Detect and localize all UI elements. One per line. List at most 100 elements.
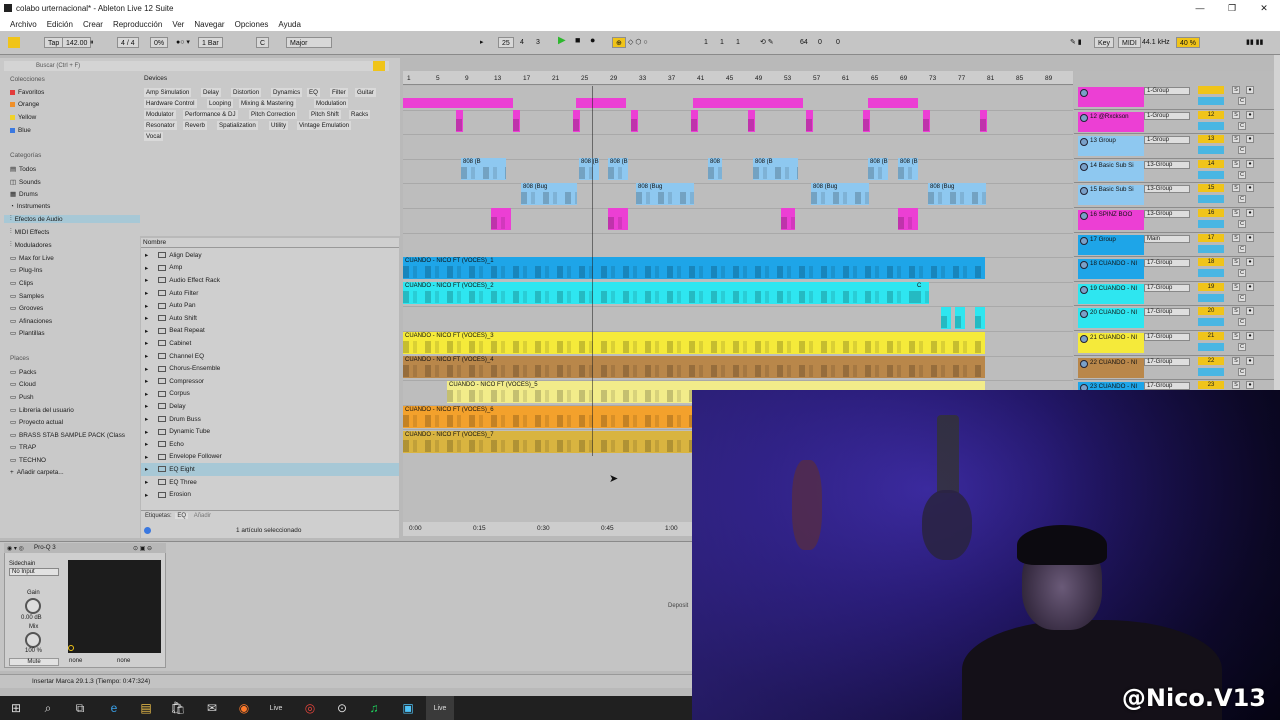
filter-chip[interactable]: Mixing & Mastering: [239, 99, 296, 108]
arrangement-clip[interactable]: 808 (B: [898, 158, 918, 180]
filter-chip[interactable]: Resonator: [144, 121, 177, 130]
arrangement-clip[interactable]: [573, 110, 580, 132]
track-name[interactable]: 13 Group: [1078, 136, 1144, 157]
loop-start-bar[interactable]: 1: [704, 37, 708, 48]
track-volume[interactable]: [1198, 293, 1224, 302]
arm-record-icon[interactable]: ●: [1246, 332, 1254, 340]
arm-record-icon[interactable]: ●: [1246, 135, 1254, 144]
list-item[interactable]: ▸ Auto Filter: [141, 287, 399, 300]
spotify-icon[interactable]: ♫: [360, 696, 388, 720]
arrangement-clip[interactable]: [980, 110, 987, 132]
minimize-button[interactable]: —: [1184, 0, 1216, 17]
sidechain-input-select[interactable]: No Input: [9, 568, 59, 576]
filter-chip[interactable]: Dynamics: [271, 88, 303, 97]
track-activator[interactable]: 14: [1198, 159, 1224, 168]
category-max-for-live[interactable]: ▭ Max for Live: [10, 254, 54, 263]
mixer-track-row[interactable]: 18 CUANDO - NI 17-Group 18 S ● C: [1074, 257, 1274, 282]
live-app-icon[interactable]: Live: [262, 696, 290, 720]
list-item[interactable]: ▸ Beat Repeat: [141, 325, 399, 338]
category-tunings[interactable]: ▭ Afinaciones: [10, 317, 52, 326]
category-grooves[interactable]: ▭ Grooves: [10, 304, 43, 313]
menu-reproduccion[interactable]: Reproducción: [113, 20, 162, 29]
track-volume[interactable]: [1198, 146, 1224, 155]
menu-archivo[interactable]: Archivo: [10, 20, 37, 29]
track-output-select[interactable]: 13-Group: [1144, 185, 1190, 194]
edge-icon[interactable]: e: [100, 696, 128, 720]
mixer-track-row[interactable]: 22 CUANDO - NI 17-Group 22 S ● C: [1074, 356, 1274, 381]
track-lane[interactable]: [403, 111, 1073, 136]
place-brass-stab[interactable]: ▭ BRASS STAB SAMPLE PACK (Class: [10, 431, 125, 440]
track-name[interactable]: 12 @Rxckson: [1078, 111, 1144, 132]
solo-button[interactable]: S: [1232, 282, 1240, 291]
arrangement-clip[interactable]: [941, 307, 951, 329]
overdub-icon[interactable]: ⊕: [612, 37, 626, 48]
preset-slot-a[interactable]: none: [69, 658, 82, 664]
filter-chip[interactable]: Amp Simulation: [144, 88, 192, 97]
track-volume[interactable]: [1198, 244, 1224, 253]
track-volume[interactable]: [1198, 97, 1224, 105]
tag-chip[interactable]: EQ: [175, 513, 189, 519]
start-icon[interactable]: ⊞: [2, 696, 30, 720]
filter-chip[interactable]: Vintage Emulation: [297, 121, 352, 130]
filter-chip[interactable]: Spatialization: [217, 121, 258, 130]
track-output-select[interactable]: 17-Group: [1144, 259, 1190, 268]
track-fold-icon[interactable]: [1080, 212, 1088, 220]
track-lane[interactable]: [403, 234, 1073, 259]
draw-mode-icon[interactable]: ✎ ▮: [1070, 37, 1082, 48]
solo-button[interactable]: S: [1232, 381, 1240, 390]
add-folder-button[interactable]: + Añadir carpeta...: [10, 469, 64, 476]
arm-record-icon[interactable]: ●: [1246, 258, 1254, 267]
track-activator[interactable]: 23: [1198, 381, 1224, 390]
track-output-select[interactable]: 17-Group: [1144, 382, 1190, 391]
arrangement-clip[interactable]: [693, 98, 803, 108]
arm-record-icon[interactable]: ●: [1246, 110, 1254, 119]
arrangement-clip[interactable]: C: [915, 282, 929, 304]
arm-record-icon[interactable]: ●: [1246, 233, 1254, 242]
list-item[interactable]: ▸ Erosion: [141, 488, 399, 501]
track-fold-icon[interactable]: [1080, 138, 1088, 147]
browser-search-input[interactable]: Buscar (Ctrl + F): [4, 61, 389, 71]
arrangement-play-icon[interactable]: ▸: [480, 37, 484, 48]
mixer-track-row[interactable]: 12 @Rxckson 1-Group 12 S ● C: [1074, 110, 1274, 135]
track-output-select[interactable]: 13-Group: [1144, 160, 1190, 169]
mixer-track-row[interactable]: 14 Basic Sub Si 13-Group 14 S ● C: [1074, 159, 1274, 184]
pan-button[interactable]: C: [1238, 170, 1246, 179]
pan-button[interactable]: C: [1238, 195, 1246, 204]
track-fold-icon[interactable]: [1080, 261, 1088, 270]
track-name[interactable]: 16 SPINZ BOO: [1078, 210, 1144, 230]
arrangement-clip[interactable]: 808 (B: [461, 158, 506, 180]
arrangement-clip[interactable]: [403, 98, 513, 108]
category-todos[interactable]: ▤ Todos: [10, 165, 36, 174]
category-plugins[interactable]: ▭ Plug-Ins: [10, 266, 43, 275]
arrangement-clip[interactable]: [631, 110, 638, 132]
arrangement-clip[interactable]: 808 (Bug: [811, 183, 869, 205]
arrangement-clip[interactable]: [863, 110, 870, 132]
pan-button[interactable]: C: [1238, 121, 1246, 130]
track-output-select[interactable]: 17-Group: [1144, 357, 1190, 366]
devices-header[interactable]: Devices: [144, 75, 167, 82]
arrangement-clip[interactable]: CUANDO - NICO FT (VOCES)_3: [403, 332, 985, 354]
list-item[interactable]: ▸ Align Delay: [141, 249, 399, 262]
solo-button[interactable]: S: [1232, 110, 1240, 119]
menu-edicion[interactable]: Edición: [47, 20, 73, 29]
add-tag-button[interactable]: Añadir: [194, 513, 211, 519]
metronome-icon[interactable]: ●○ ▾: [176, 37, 190, 48]
mail-icon[interactable]: ✉: [198, 696, 226, 720]
pan-button[interactable]: C: [1238, 244, 1246, 253]
pan-button[interactable]: C: [1238, 97, 1246, 105]
list-item[interactable]: ▸ Cabinet: [141, 337, 399, 350]
loop-start-sixteenth[interactable]: 1: [736, 37, 740, 48]
mixer-track-row[interactable]: 15 Basic Sub Si 13-Group 15 S ● C: [1074, 183, 1274, 208]
track-fold-icon[interactable]: [1080, 113, 1088, 122]
track-fold-icon[interactable]: [1080, 89, 1088, 97]
pan-button[interactable]: C: [1238, 367, 1246, 376]
info-icon[interactable]: [144, 527, 151, 534]
list-item[interactable]: ▸ Auto Shift: [141, 312, 399, 325]
arrangement-clip[interactable]: [513, 110, 520, 132]
arm-record-icon[interactable]: ●: [1246, 356, 1254, 365]
mute-button[interactable]: Mute: [9, 658, 59, 666]
filter-chip[interactable]: Racks: [349, 110, 371, 119]
key-selector[interactable]: C: [256, 37, 270, 48]
store-icon[interactable]: 🛍: [164, 696, 192, 720]
maximize-button[interactable]: ❐: [1216, 0, 1248, 17]
